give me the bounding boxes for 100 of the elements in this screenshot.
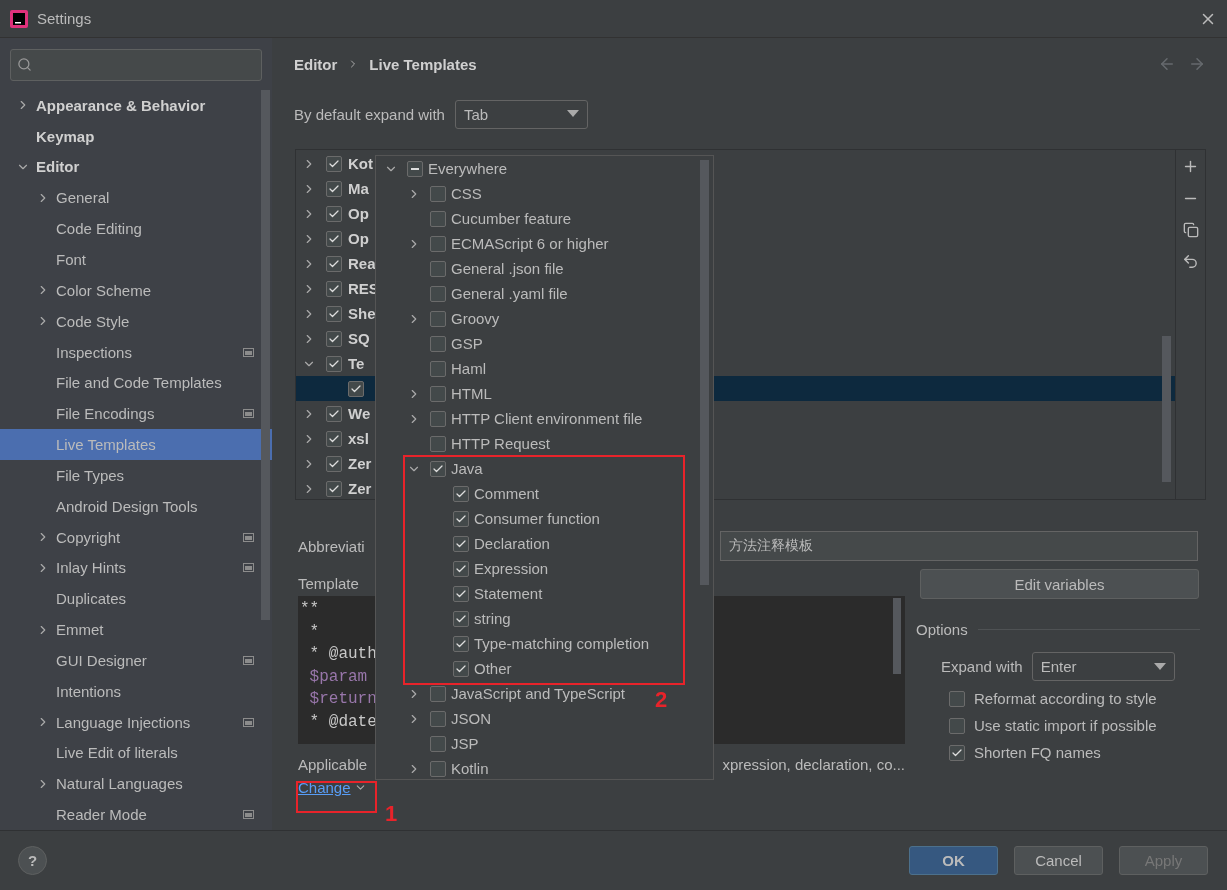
checkbox[interactable] [430,335,446,352]
sidebar-item[interactable]: Natural Languages [0,768,272,800]
checkbox[interactable] [326,255,342,272]
scrollbar[interactable] [700,160,709,585]
context-row[interactable]: Haml [407,356,486,381]
context-row[interactable]: string [430,606,511,631]
template-row[interactable]: SQ [296,326,370,351]
checkbox[interactable] [430,760,446,777]
sidebar-item[interactable]: Language Injections [0,706,272,738]
checkbox[interactable] [430,410,446,427]
checkbox[interactable] [430,710,446,727]
checkbox[interactable] [453,635,469,652]
checkbox[interactable] [326,180,342,197]
template-row[interactable]: Ma [296,176,369,201]
checkbox[interactable] [326,230,342,247]
context-row[interactable]: Kotlin [407,756,489,779]
expand-select[interactable]: Tab [454,99,588,129]
template-row[interactable]: Kot [296,151,373,176]
search-field[interactable] [10,49,262,81]
sidebar-item[interactable]: File Types [0,459,272,491]
context-row[interactable]: HTTP Request [407,431,550,456]
checkbox[interactable] [430,235,446,252]
sidebar-item[interactable]: Emmet [0,614,272,646]
template-row[interactable]: Te [296,351,365,376]
checkbox[interactable] [430,210,446,227]
checkbox[interactable] [453,610,469,627]
checkbox[interactable] [430,185,446,202]
context-row[interactable]: Type-matching completion [430,631,650,656]
checkbox[interactable] [430,685,446,702]
sidebar-item[interactable]: Color Scheme [0,274,272,306]
checkbox[interactable] [453,585,469,602]
sidebar-item[interactable]: Appearance & Behavior [0,89,272,121]
help-button[interactable]: ? [18,846,47,875]
edit-variables-button[interactable]: Edit variables [920,569,1199,599]
checkbox[interactable] [430,460,446,477]
dialog-button[interactable]: Cancel [1014,846,1103,875]
template-row[interactable]: Rea [296,251,376,276]
context-row[interactable]: CSS [407,181,482,206]
checkbox[interactable] [430,360,446,377]
context-row[interactable]: HTML [407,381,492,406]
context-row[interactable]: General .json file [407,256,564,281]
template-row[interactable]: Zer [296,451,372,476]
checkbox[interactable] [348,380,364,397]
context-row[interactable]: GSP [407,331,483,356]
checkbox[interactable] [326,405,342,422]
context-row[interactable]: Java [407,456,483,481]
checkbox[interactable] [407,160,423,177]
checkbox[interactable] [326,455,342,472]
context-row[interactable]: Expression [430,556,549,581]
template-row[interactable]: Op [296,226,369,251]
sidebar-item[interactable]: File Encodings [0,398,272,430]
checkbox[interactable] [326,155,342,172]
context-row[interactable]: HTTP Client environment file [407,406,643,431]
checkbox[interactable] [430,735,446,752]
sidebar-item[interactable]: File and Code Templates [0,367,272,399]
checkbox[interactable] [430,260,446,277]
checkbox[interactable] [430,385,446,402]
sidebar-item[interactable]: GUI Designer [0,645,272,676]
sidebar-item[interactable]: Editor [0,151,272,183]
expand-with-select[interactable]: Enter [1031,652,1175,681]
sidebar-item[interactable]: Live Edit of literals [0,737,272,769]
sidebar-item[interactable]: Code Style [0,305,272,337]
context-row[interactable]: Cucumber feature [407,206,572,231]
sidebar-item[interactable]: Duplicates [0,583,272,615]
context-row[interactable]: Other [430,656,512,681]
context-row[interactable]: Statement [430,581,543,606]
checkbox[interactable] [453,660,469,677]
context-row[interactable]: ECMAScript 6 or higher [407,231,609,256]
sidebar-item[interactable]: Intentions [0,675,272,707]
copy-icon[interactable] [1182,222,1199,238]
checkbox[interactable] [453,485,469,502]
sidebar-item[interactable]: Keymap [0,120,272,152]
sidebar-item[interactable]: Code Editing [0,213,272,245]
add-icon[interactable] [1182,158,1199,175]
template-row[interactable]: xsl [296,426,369,451]
scrollbar[interactable] [261,90,270,620]
context-row[interactable]: JSP [407,731,479,756]
checkbox[interactable] [949,690,965,707]
dialog-button[interactable]: OK [909,846,998,875]
checkbox[interactable] [326,305,342,322]
template-row[interactable]: She [296,301,376,326]
checkbox[interactable] [326,480,342,497]
context-row[interactable]: General .yaml file [407,281,568,306]
sidebar-item[interactable]: Inspections [0,336,272,368]
checkbox[interactable] [453,510,469,527]
checkbox[interactable] [949,717,965,734]
sidebar-item[interactable]: Inlay Hints [0,552,272,584]
context-row[interactable]: JSON [407,706,491,731]
template-row[interactable]: We [296,401,371,426]
scrollbar[interactable] [893,598,901,674]
checkbox[interactable] [326,280,342,297]
template-row[interactable]: Zer [296,476,372,499]
sidebar-item[interactable]: General [0,182,272,214]
checkbox[interactable] [326,205,342,222]
context-row[interactable]: Everywhere [384,156,508,181]
description-field[interactable]: 方法注释模板 [720,531,1198,561]
context-row[interactable]: Declaration [430,531,550,556]
checkbox[interactable] [453,535,469,552]
context-row[interactable]: JavaScript and TypeScript [407,681,625,706]
checkbox[interactable] [453,560,469,577]
